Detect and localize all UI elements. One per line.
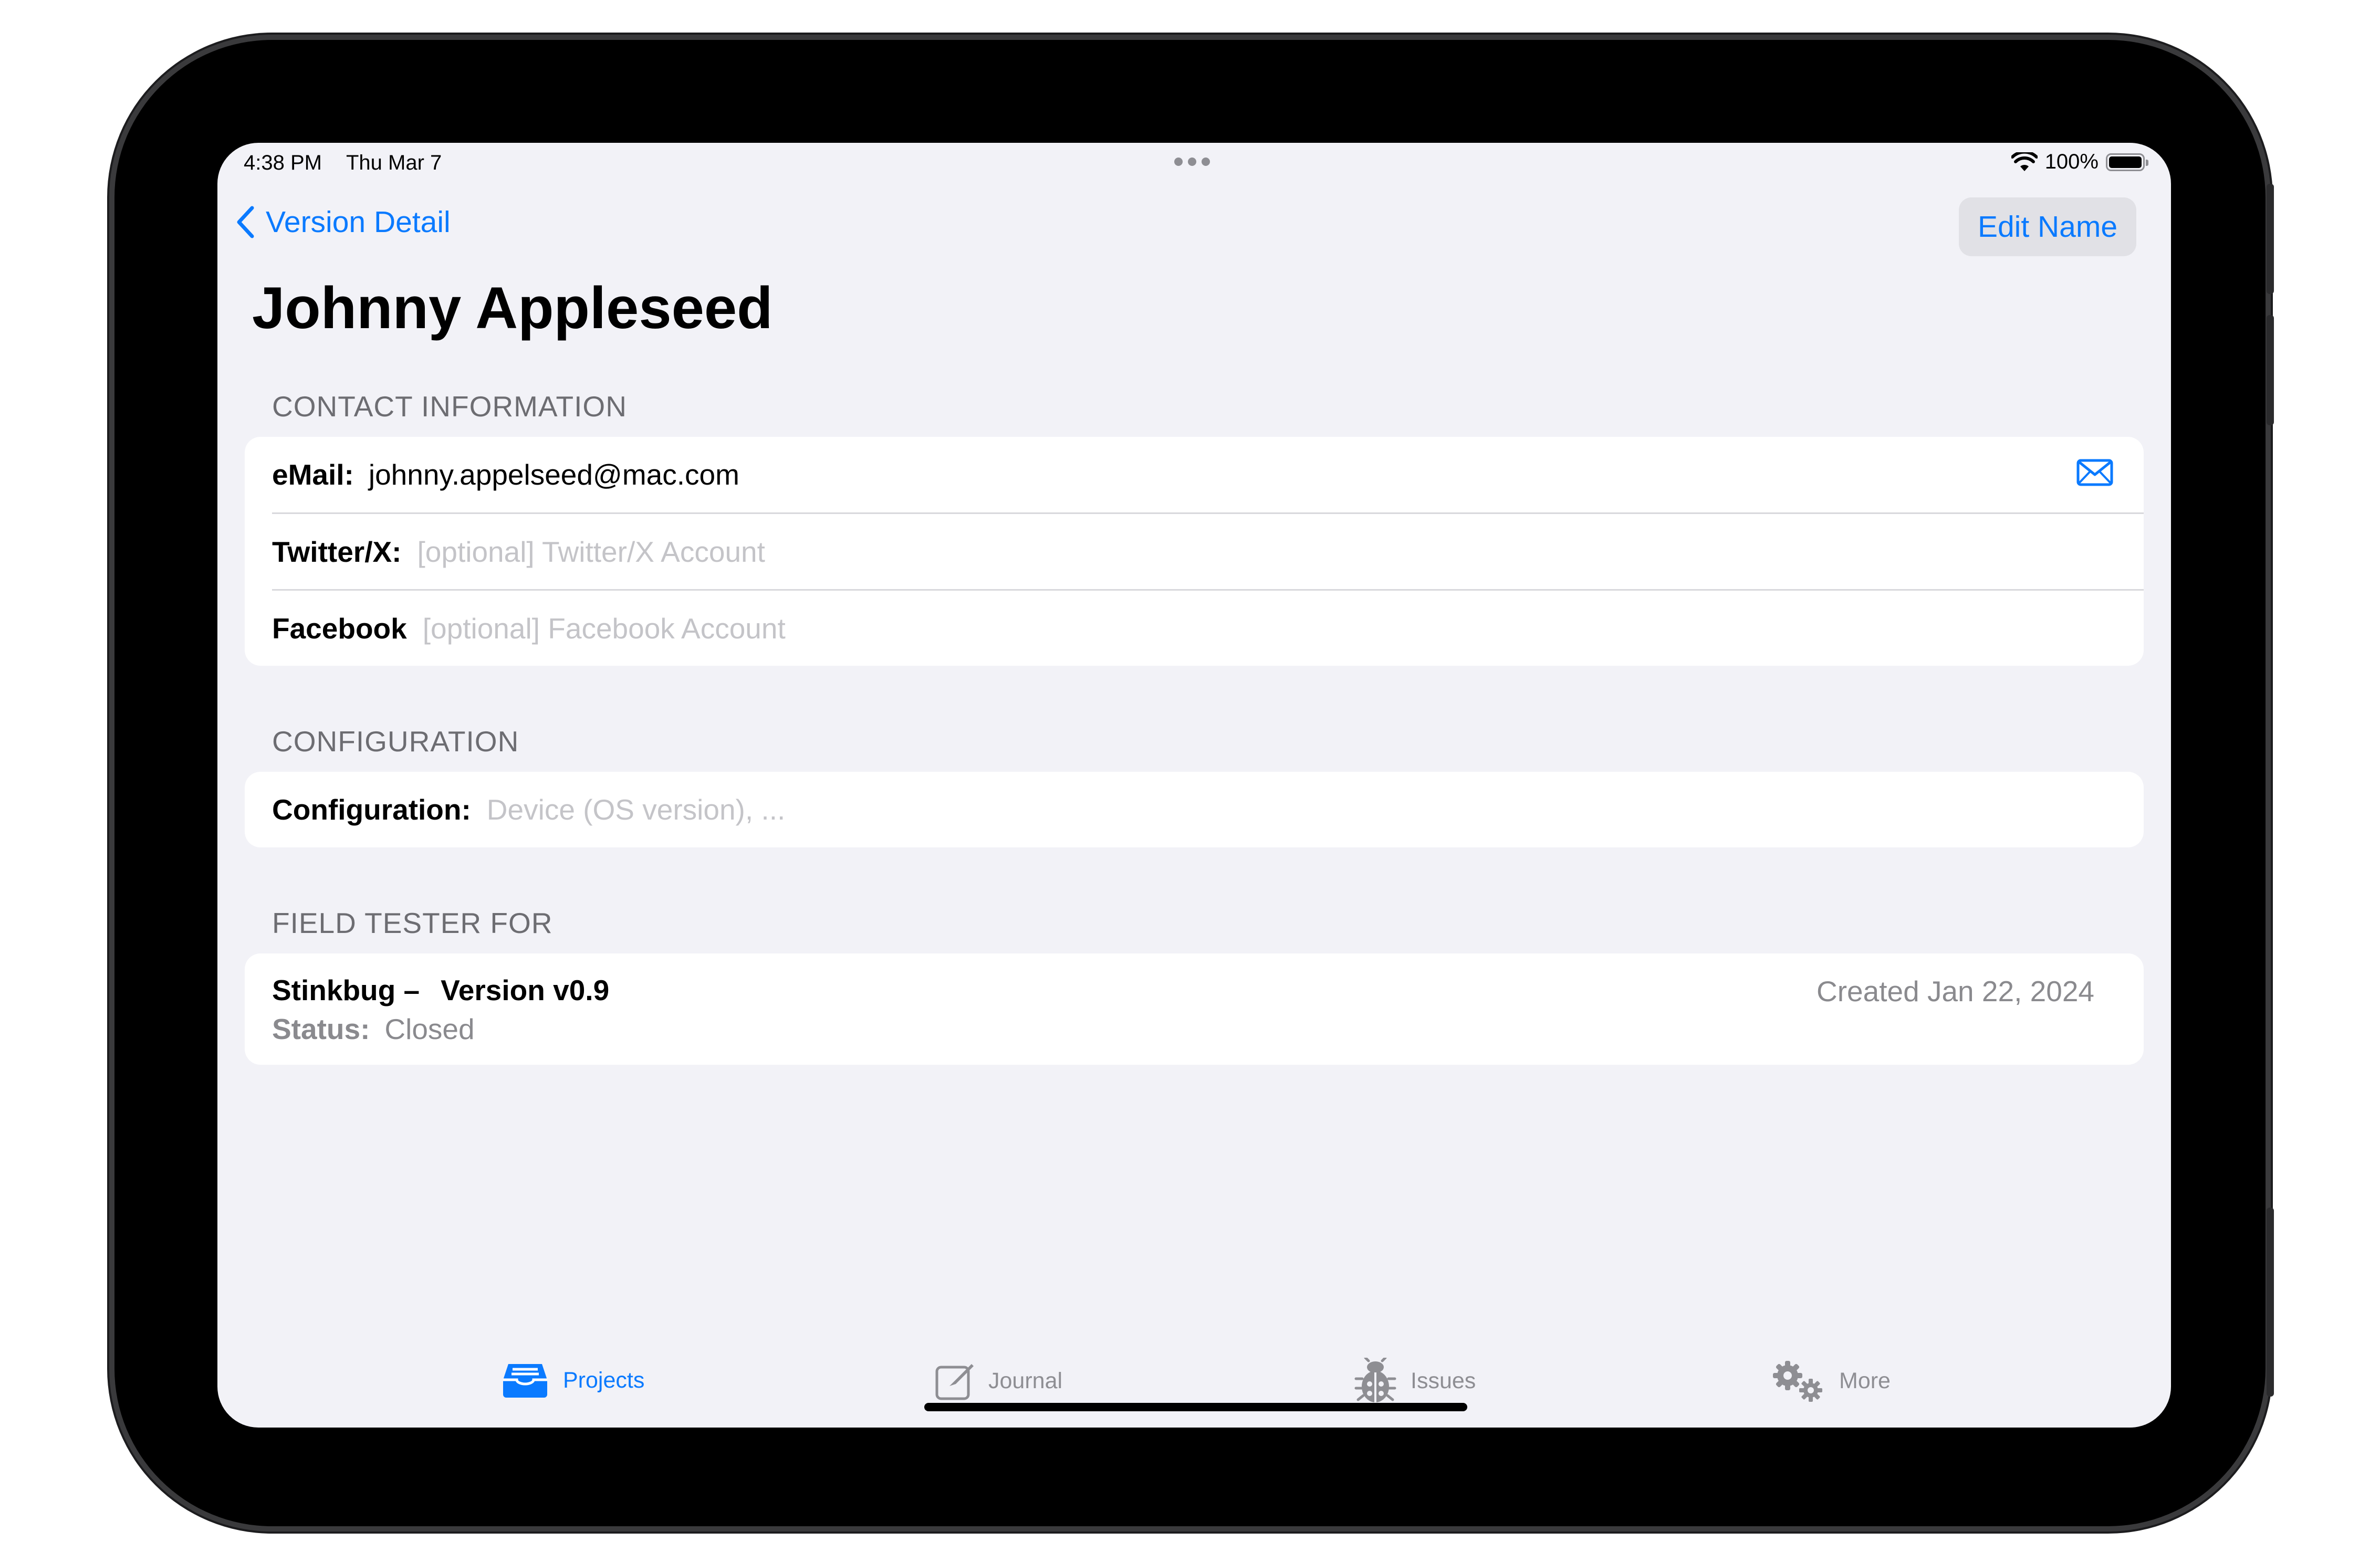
status-value: Closed (384, 1013, 475, 1045)
version-name: Version v0.9 (441, 974, 610, 1006)
configuration-label: Configuration: (272, 793, 471, 826)
configuration-field[interactable]: Device (OS version), ... (487, 793, 785, 826)
home-indicator[interactable] (924, 1403, 1467, 1411)
section-header-configuration: CONFIGURATION (272, 725, 519, 758)
back-button[interactable]: Version Detail (236, 205, 451, 239)
section-header-contact: CONTACT INFORMATION (272, 390, 627, 423)
side-button (2267, 1208, 2274, 1397)
edit-name-button[interactable]: Edit Name (1959, 197, 2136, 256)
twitter-field[interactable]: [optional] Twitter/X Account (417, 535, 765, 569)
screen: 4:38 PM Thu Mar 7 100% Version Detail Ed… (217, 143, 2171, 1428)
facebook-field[interactable]: [optional] Facebook Account (423, 612, 786, 645)
ladybug-icon (1354, 1358, 1396, 1402)
tab-issues[interactable]: Issues (1354, 1358, 1476, 1404)
status-line: Status: Closed (272, 1012, 475, 1046)
tab-issues-label: Issues (1411, 1368, 1476, 1393)
volume-down-button (2267, 315, 2274, 425)
section-header-field-tester: FIELD TESTER FOR (272, 907, 553, 939)
chevron-left-icon (237, 206, 254, 238)
back-label: Version Detail (266, 205, 451, 239)
page-title: Johnny Appleseed (252, 275, 773, 341)
twitter-row[interactable]: Twitter/X: [optional] Twitter/X Account (245, 514, 2144, 589)
configuration-card: Configuration: Device (OS version), ... (245, 772, 2144, 847)
field-tester-title: Stinkbug – Version v0.9 (272, 973, 609, 1007)
email-value[interactable]: johnny.appelseed@mac.com (369, 458, 739, 491)
battery-icon (2106, 153, 2148, 171)
tab-more-label: More (1839, 1368, 1891, 1393)
email-row[interactable]: eMail: johnny.appelseed@mac.com (245, 437, 2144, 512)
twitter-label: Twitter/X: (272, 535, 402, 568)
tab-more[interactable]: More (1771, 1359, 1891, 1403)
project-name: Stinkbug – (272, 974, 420, 1006)
email-label: eMail: (272, 458, 354, 491)
status-time: 4:38 PM (244, 151, 322, 174)
status-label: Status: (272, 1013, 370, 1045)
wifi-icon (2011, 152, 2038, 171)
created-date: Created Jan 22, 2024 (1817, 975, 2094, 1008)
volume-up-button (2267, 184, 2274, 294)
status-right: 100% (2011, 150, 2148, 174)
tab-journal-label: Journal (988, 1368, 1063, 1393)
multitasking-dots-icon[interactable] (1174, 158, 1210, 166)
compose-icon (935, 1364, 974, 1400)
tab-projects[interactable]: Projects (501, 1362, 644, 1399)
field-tester-card[interactable]: Stinkbug – Version v0.9 Status: Closed C… (245, 953, 2144, 1065)
configuration-row[interactable]: Configuration: Device (OS version), ... (245, 772, 2144, 847)
contact-card: eMail: johnny.appelseed@mac.com Twitter/… (245, 437, 2144, 666)
facebook-row[interactable]: Facebook [optional] Facebook Account (245, 591, 2144, 666)
facebook-label: Facebook (272, 612, 407, 645)
tab-journal[interactable]: Journal (935, 1361, 1062, 1401)
status-date: Thu Mar 7 (346, 151, 442, 174)
battery-percent: 100% (2044, 150, 2099, 173)
mail-icon[interactable] (2076, 459, 2113, 486)
tray-icon (503, 1364, 547, 1398)
gears-icon (1773, 1361, 1822, 1402)
tab-projects-label: Projects (563, 1367, 645, 1393)
